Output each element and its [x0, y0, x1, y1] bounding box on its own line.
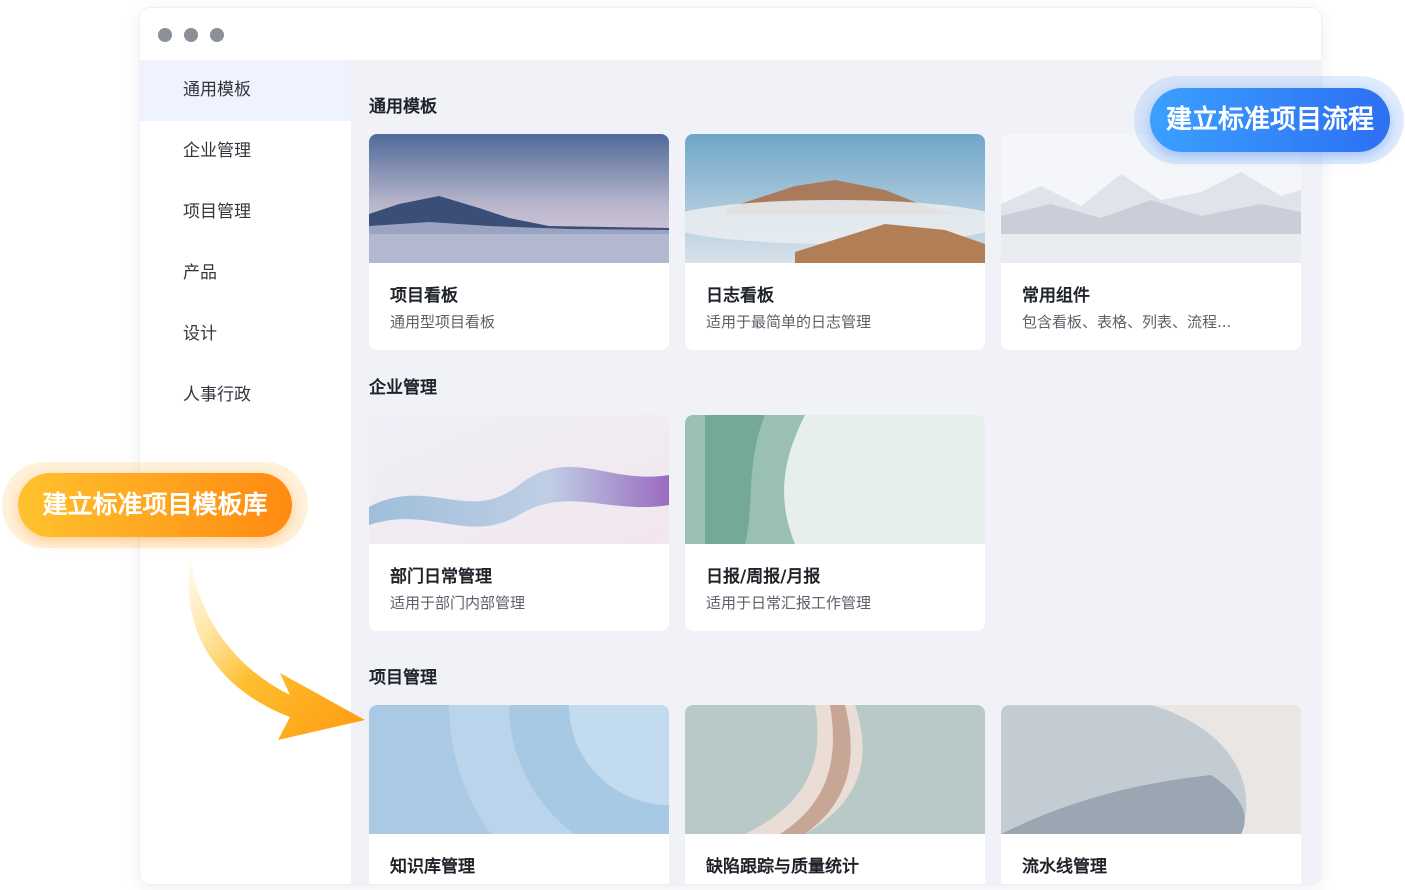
card-description: 适用于日常汇报工作管理 — [706, 594, 872, 612]
card-title: 知识库管理 — [390, 857, 475, 877]
card-description: 通用型项目看板 — [390, 313, 496, 331]
sidebar-item-hr-admin[interactable]: 人事行政 — [140, 365, 351, 426]
sidebar-item-design[interactable]: 设计 — [140, 304, 351, 365]
section-title: 通用模板 — [369, 97, 437, 117]
card-description: 适用于最简单的日志管理 — [706, 313, 872, 331]
template-card[interactable]: 常用组件 包含看板、表格、列表、流程... — [1001, 134, 1301, 350]
window-control-minimize[interactable] — [184, 28, 198, 42]
callout-library-badge: 建立标准项目模板库 — [18, 473, 292, 537]
card-thumbnail — [685, 415, 985, 544]
card-thumbnail — [1001, 705, 1301, 834]
sidebar-item-project-management[interactable]: 项目管理 — [140, 182, 351, 243]
card-thumbnail — [685, 134, 985, 263]
card-title: 流水线管理 — [1022, 857, 1107, 877]
window-control-close[interactable] — [158, 28, 172, 42]
card-description: 适用于部门内部管理 — [390, 594, 526, 612]
template-card[interactable]: 流水线管理 — [1001, 705, 1301, 884]
card-title: 常用组件 — [1022, 286, 1090, 306]
template-card[interactable]: 知识库管理 — [369, 705, 669, 884]
card-title: 部门日常管理 — [390, 567, 492, 587]
pointer-arrow-icon — [188, 560, 365, 740]
template-card[interactable]: 日报/周报/月报 适用于日常汇报工作管理 — [685, 415, 985, 631]
window-control-maximize[interactable] — [210, 28, 224, 42]
card-thumbnail — [369, 705, 669, 834]
card-title: 日报/周报/月报 — [706, 567, 821, 587]
section-title: 企业管理 — [369, 378, 437, 398]
card-thumbnail — [685, 705, 985, 834]
card-title: 日志看板 — [706, 286, 774, 306]
card-thumbnail — [369, 415, 669, 544]
card-title: 缺陷跟踪与质量统计 — [706, 857, 859, 877]
template-card[interactable]: 项目看板 通用型项目看板 — [369, 134, 669, 350]
sidebar-item-general-templates[interactable]: 通用模板 — [140, 60, 351, 121]
template-content: 通用模板 项目看板 通用型项目看板 日志看板 适用于最简单的日志管理 常用组件 … — [351, 60, 1321, 884]
card-thumbnail — [369, 134, 669, 263]
sidebar-item-enterprise-management[interactable]: 企业管理 — [140, 121, 351, 182]
card-title: 项目看板 — [390, 286, 458, 306]
template-card[interactable]: 部门日常管理 适用于部门内部管理 — [369, 415, 669, 631]
sidebar-item-product[interactable]: 产品 — [140, 243, 351, 304]
card-description: 包含看板、表格、列表、流程... — [1022, 313, 1232, 331]
title-bar — [140, 8, 1321, 60]
callout-process-badge: 建立标准项目流程 — [1150, 88, 1390, 152]
template-card[interactable]: 日志看板 适用于最简单的日志管理 — [685, 134, 985, 350]
template-card[interactable]: 缺陷跟踪与质量统计 — [685, 705, 985, 884]
